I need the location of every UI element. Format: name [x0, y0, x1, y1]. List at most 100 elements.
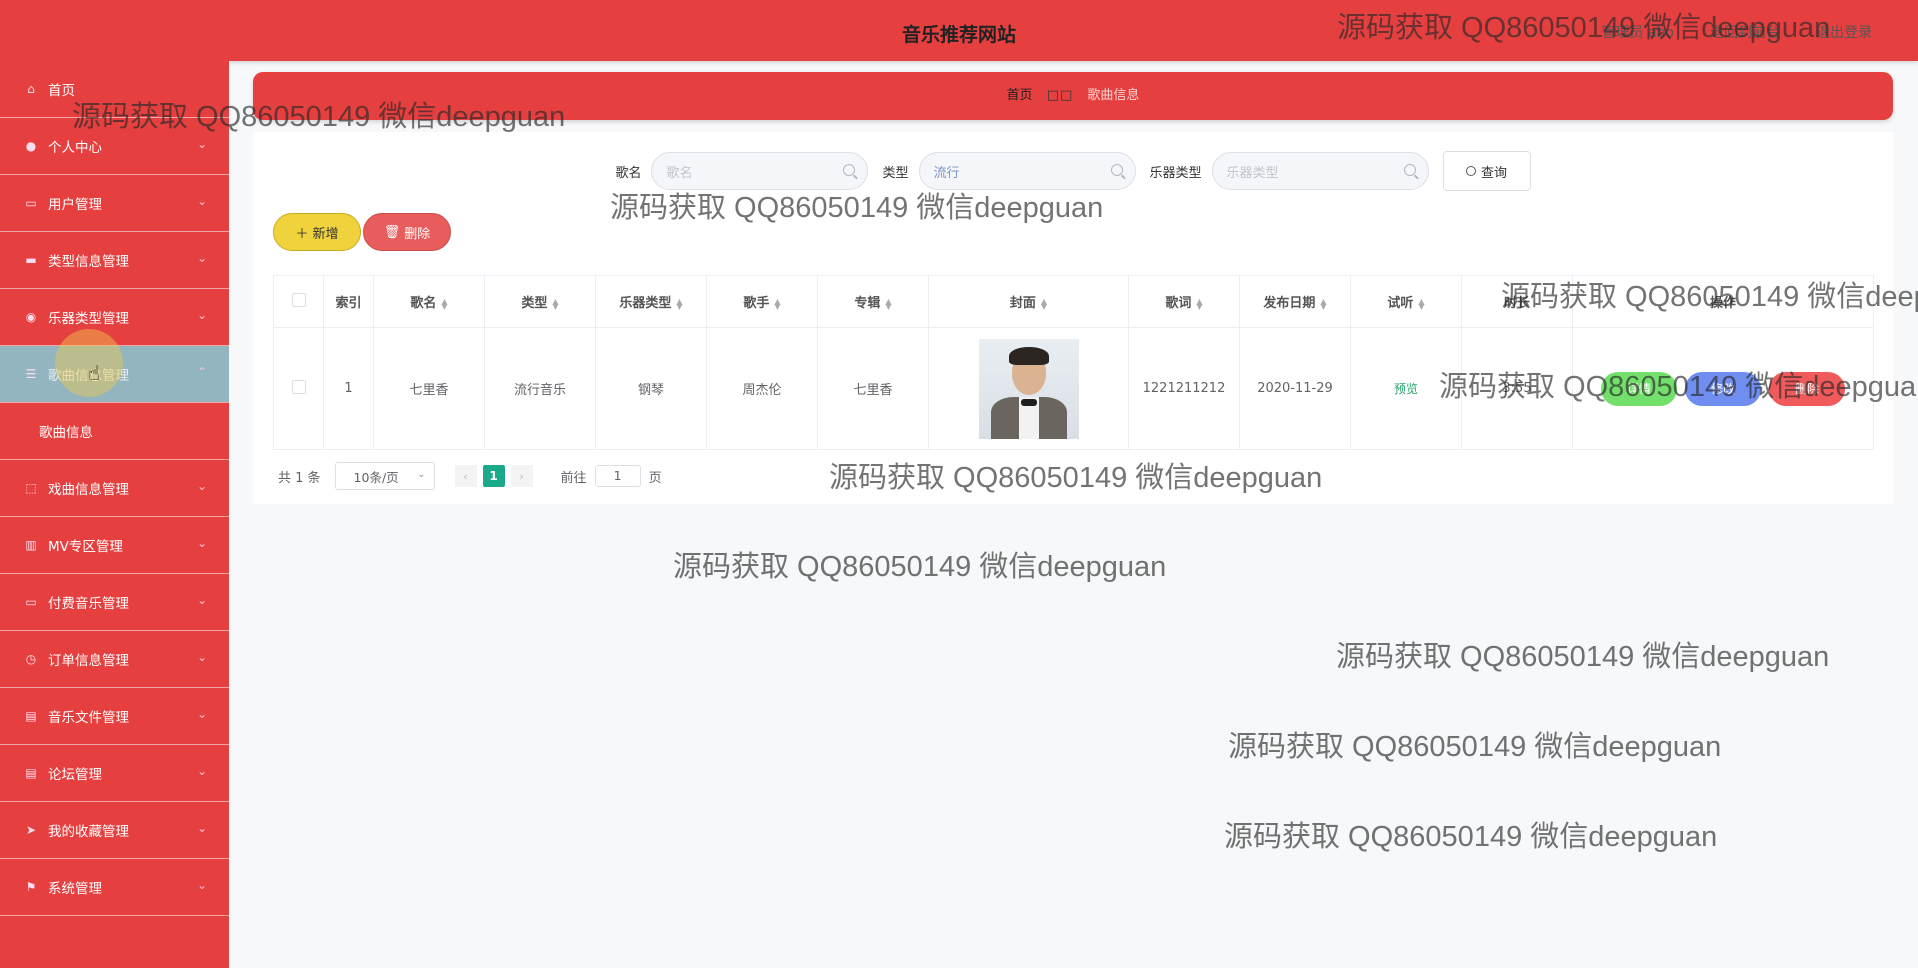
next-page-button[interactable]: › [510, 465, 533, 487]
column-header-date[interactable]: 发布日期 ▲ ▼ [1239, 275, 1351, 328]
song-table: 索引 歌名 ▲ ▼ 类型 ▲ ▼ 乐器类型 ▲ ▼ 歌手 ▲ ▼ 专辑 ▲ ▼ 封面 ▲ ▼ 歌词 ▲ ▼ … [273, 275, 1874, 450]
chevron-down-icon: ⌄ [196, 650, 207, 664]
type-input[interactable]: 流行 [918, 152, 1136, 190]
song-name-placeholder: 歌名 [666, 165, 693, 181]
goto-label: 前往 [560, 470, 587, 486]
column-header-instrument[interactable]: 乐器类型 ▲ ▼ [595, 275, 707, 328]
type-value: 流行 [933, 165, 960, 181]
sort-icon[interactable]: ▲ ▼ [1418, 297, 1424, 310]
cell-type: 流行音乐 [484, 327, 596, 450]
content-panel: 歌名 歌名 类型 流行 乐器类型 乐器类型 查询 ＋ 新增 🗑 删除 索引 歌名… [253, 132, 1893, 504]
sidebar-item-label: 首页 [48, 83, 75, 99]
row-select-cell[interactable] [273, 327, 324, 450]
header-links: 管理员 abo 退回到前台 退出登录 [1602, 22, 1872, 42]
sidebar-item-system[interactable]: ⚑ 系统管理 ⌄ [0, 859, 229, 916]
sidebar-item-users[interactable]: ▭ 用户管理 ⌄ [0, 175, 229, 232]
edit-button[interactable]: 修改 [1685, 371, 1761, 406]
sort-icon[interactable]: ▲ ▼ [1041, 297, 1047, 310]
cell-singer: 周杰伦 [706, 327, 818, 450]
sidebar-item-paid-music[interactable]: ▭ 付费音乐管理 ⌄ [0, 574, 229, 631]
sidebar-item-label: 类型信息管理 [48, 254, 129, 270]
sidebar-item-instrument-type[interactable]: ◉ 乐器类型管理 ⌄ [0, 289, 229, 346]
page-unit-label: 页 [648, 470, 662, 486]
sidebar-item-type-info[interactable]: ▬ 类型信息管理 ⌄ [0, 232, 229, 289]
sort-icon[interactable]: ▲ ▼ [1320, 297, 1326, 310]
page-size-select[interactable]: 10条/页 ⌄ [334, 462, 435, 490]
sidebar-item-opera-info[interactable]: ⬚ 戏曲信息管理 ⌄ [0, 460, 229, 517]
column-header-lyrics[interactable]: 歌词 ▲ ▼ [1128, 275, 1240, 328]
select-all-cell[interactable] [273, 275, 324, 328]
submenu-item-song[interactable]: 歌曲信息 [0, 403, 229, 460]
preview-link[interactable]: 预览 [1394, 382, 1418, 396]
row-delete-button[interactable]: 删除 [1769, 371, 1846, 406]
row-checkbox[interactable] [291, 379, 306, 394]
cell-preview: 预览 [1350, 327, 1462, 450]
sidebar-item-label: 个人中心 [48, 140, 102, 156]
column-header-duration[interactable]: 时长 [1461, 275, 1573, 328]
song-name-input[interactable]: 歌名 [651, 152, 869, 190]
sidebar-item-forum[interactable]: ▤ 论坛管理 ⌄ [0, 745, 229, 802]
instrument-type-label: 乐器类型 [1149, 165, 1202, 181]
sidebar-item-home[interactable]: ⌂ 首页 [0, 61, 229, 118]
column-header-label: 类型 [521, 296, 548, 311]
send-icon: ➤ [25, 823, 37, 837]
cover-image[interactable] [978, 338, 1079, 439]
search-icon [1466, 166, 1476, 176]
sort-icon[interactable]: ▲ ▼ [885, 297, 891, 310]
cell-cover [928, 327, 1129, 450]
sidebar-item-label: 我的收藏管理 [48, 824, 129, 840]
sidebar-item-label: 论坛管理 [48, 767, 102, 783]
sidebar-item-mv[interactable]: ▥ MV专区管理 ⌄ [0, 517, 229, 574]
delete-button-label: 删除 [404, 226, 431, 242]
back-to-front-link[interactable]: 退回到前台 [1710, 22, 1780, 42]
cell-lyrics: 1221211212 [1128, 327, 1240, 450]
chevron-down-icon: ⌄ [196, 479, 207, 493]
sort-icon[interactable]: ▲ ▼ [676, 297, 682, 310]
sidebar-item-label: 乐器类型管理 [48, 311, 129, 327]
query-button[interactable]: 查询 [1442, 151, 1531, 191]
delete-button[interactable]: 🗑 删除 [363, 213, 451, 251]
sidebar-item-label: 音乐文件管理 [48, 710, 129, 726]
goto-page-input[interactable]: 1 [594, 465, 641, 487]
cover-figure-bowtie [1020, 398, 1037, 406]
sidebar-item-music-files[interactable]: ▤ 音乐文件管理 ⌄ [0, 688, 229, 745]
watermark: 源码获取 QQ86050149 微信deepguan [673, 551, 1167, 583]
trash-icon: 🗑 [383, 224, 401, 240]
users-icon: ▭ [25, 196, 37, 210]
column-header-album[interactable]: 专辑 ▲ ▼ [817, 275, 929, 328]
watermark: 源码获取 QQ86050149 微信deepguan [1336, 641, 1830, 673]
chevron-down-icon: ⌄ [196, 764, 207, 778]
breadcrumb-current: 歌曲信息 [1087, 88, 1140, 103]
bars-icon: ▥ [25, 538, 37, 552]
cell-duration: 3:55 [1461, 327, 1573, 450]
page-number-current[interactable]: 1 [482, 465, 505, 487]
watermark: 源码获取 QQ86050149 微信deepguan [1228, 731, 1722, 763]
column-header-song[interactable]: 歌名 ▲ ▼ [373, 275, 485, 328]
select-all-checkbox[interactable] [291, 292, 306, 307]
search-icon [1110, 164, 1123, 176]
sidebar-item-favorites[interactable]: ➤ 我的收藏管理 ⌄ [0, 802, 229, 859]
sidebar-item-profile[interactable]: ● 个人中心 ⌄ [0, 118, 229, 175]
monitor-icon: ▭ [25, 595, 37, 609]
add-button[interactable]: ＋ 新增 [273, 213, 361, 251]
logout-link[interactable]: 退出登录 [1816, 22, 1872, 42]
query-button-label: 查询 [1481, 165, 1508, 181]
admin-label: 管理员 abo [1601, 25, 1674, 41]
sort-icon[interactable]: ▲ ▼ [441, 297, 447, 310]
column-header-type[interactable]: 类型 ▲ ▼ [484, 275, 596, 328]
instrument-type-input[interactable]: 乐器类型 [1211, 152, 1429, 190]
column-header: 索引 [323, 275, 374, 328]
sidebar-item-orders[interactable]: ◷ 订单信息管理 ⌄ [0, 631, 229, 688]
table-header-row: 索引 歌名 ▲ ▼ 类型 ▲ ▼ 乐器类型 ▲ ▼ 歌手 ▲ ▼ 专辑 ▲ ▼ 封面 ▲ ▼ 歌词 ▲ ▼ … [273, 275, 1874, 328]
column-header-preview[interactable]: 试听 ▲ ▼ [1350, 275, 1462, 328]
sort-icon[interactable]: ▲ ▼ [552, 297, 558, 310]
column-header-singer[interactable]: 歌手 ▲ ▼ [706, 275, 818, 328]
hand-cursor-icon: ☝ [88, 361, 101, 385]
sort-icon[interactable]: ▲ ▼ [1196, 297, 1202, 310]
detail-button[interactable]: 详情 [1600, 371, 1677, 406]
prev-page-button[interactable]: ‹ [454, 465, 477, 487]
location-icon: ◉ [25, 310, 37, 324]
breadcrumb-home[interactable]: 首页 [1007, 88, 1033, 103]
column-header-cover[interactable]: 封面 ▲ ▼ [928, 275, 1129, 328]
sort-icon[interactable]: ▲ ▼ [774, 297, 780, 310]
